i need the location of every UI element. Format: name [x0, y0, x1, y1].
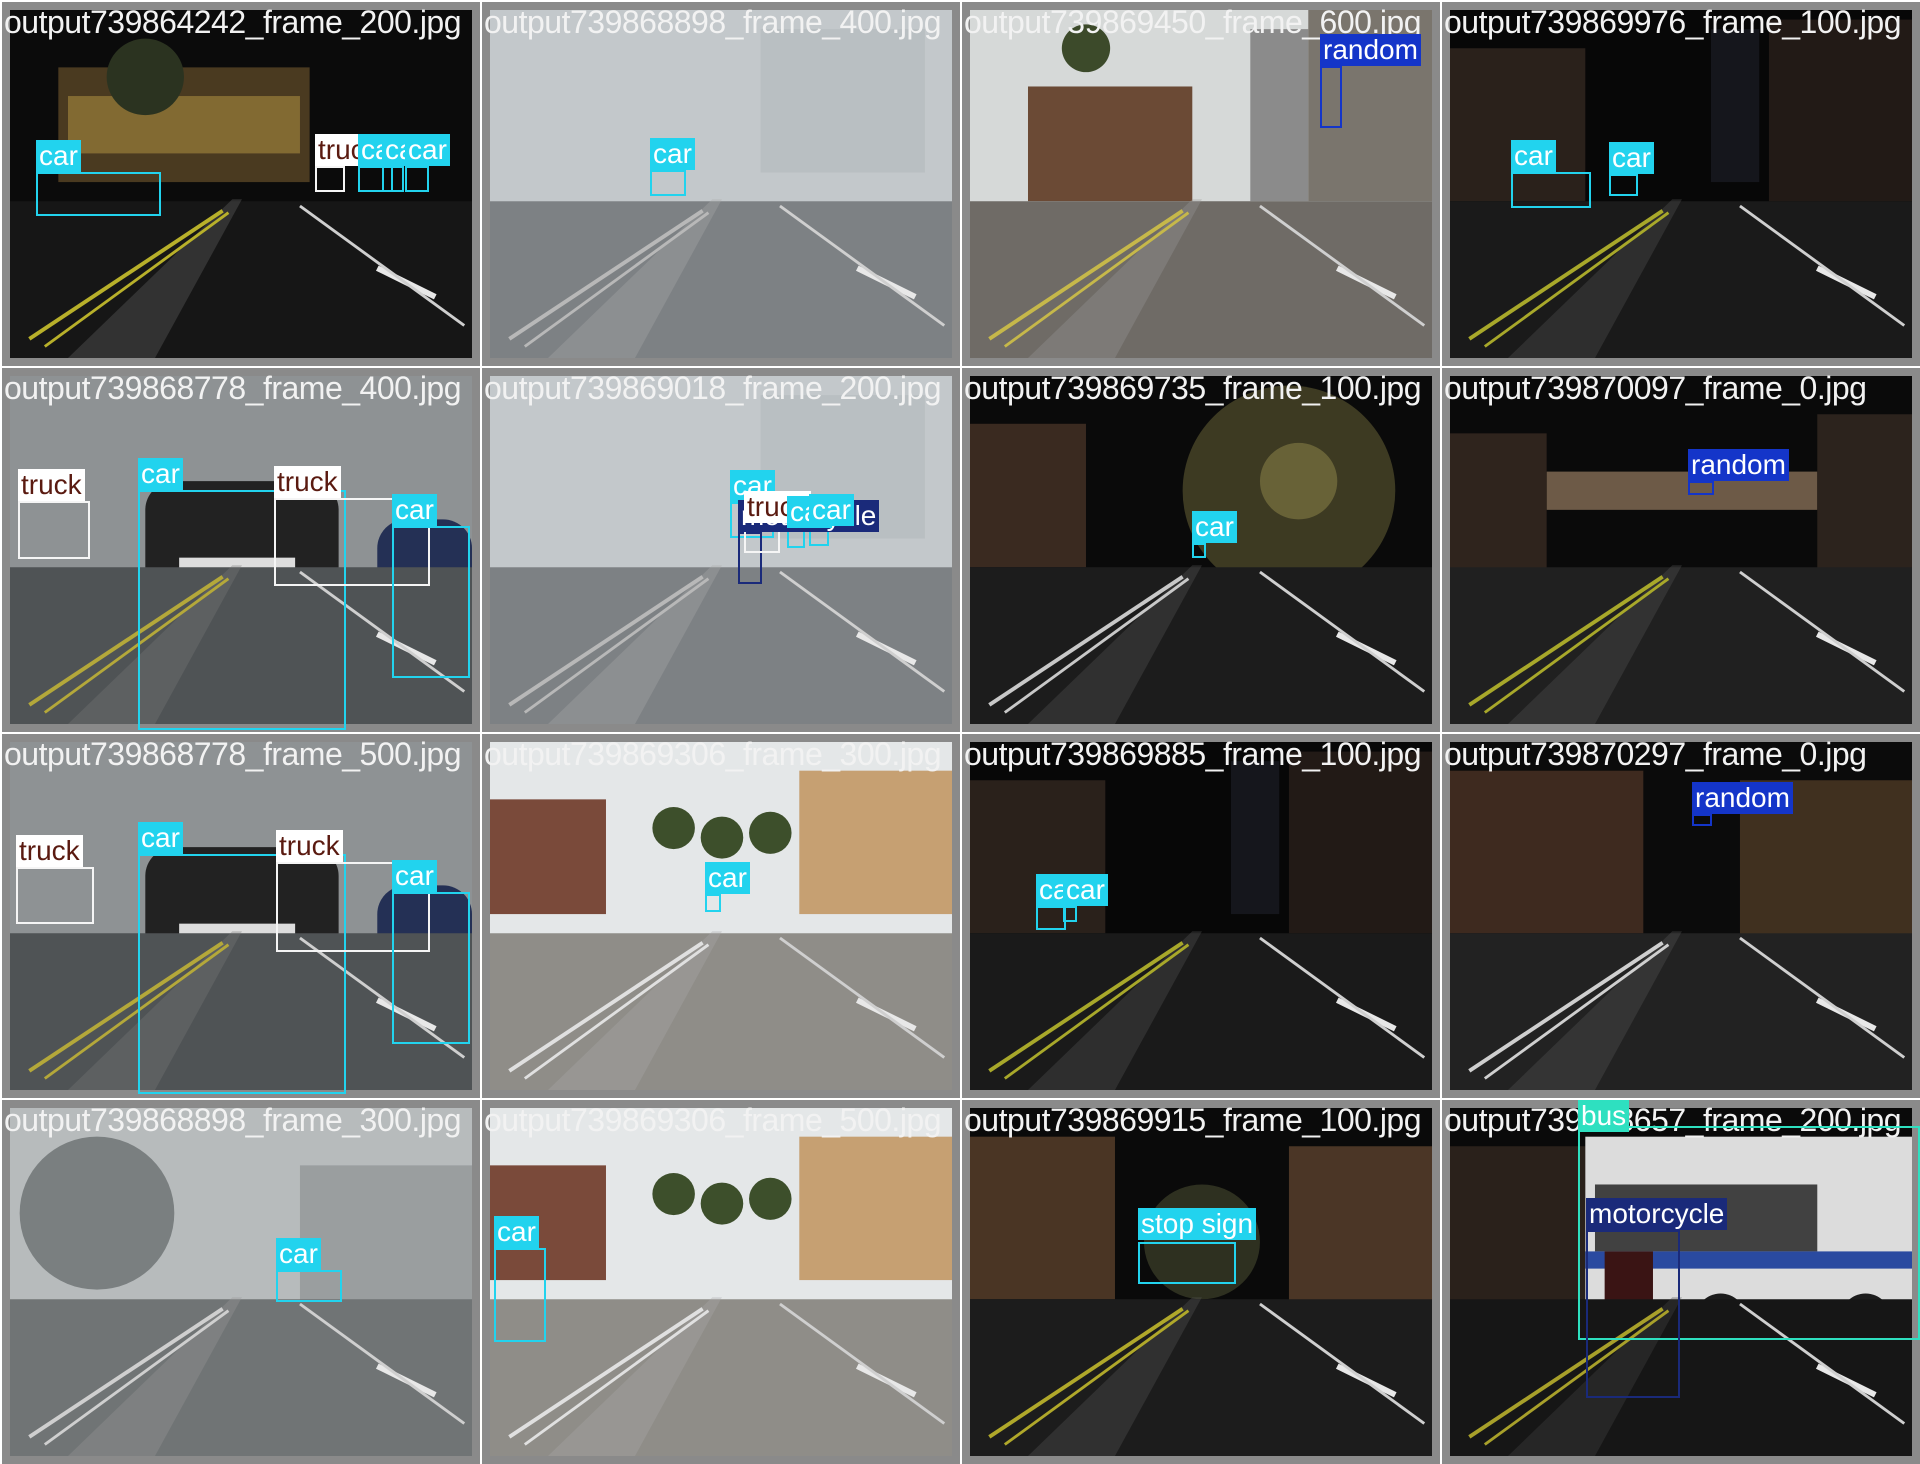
- detection-label: truck: [274, 466, 341, 498]
- detection-label: random: [1320, 34, 1421, 66]
- image-tile: output739869306_frame_300.jpgcar: [482, 734, 960, 1098]
- filename-label: output739870297_frame_0.jpg: [1444, 736, 1867, 772]
- detection-label: car: [405, 134, 450, 166]
- filename-label: output739869885_frame_100.jpg: [964, 736, 1422, 772]
- image-tile: output739870297_frame_0.jpgrandom: [1442, 734, 1920, 1098]
- detection-box: [16, 867, 94, 924]
- detection-grid: output739864242_frame_200.jpgcar truck car…: [0, 0, 1920, 1464]
- image-tile: output739869306_frame_500.jpgcar: [482, 1100, 960, 1464]
- detection-label: car: [138, 822, 183, 854]
- detection-box: [1586, 1230, 1680, 1398]
- scene-image: [490, 376, 952, 724]
- image-tile: output739870097_frame_0.jpgrandom: [1442, 368, 1920, 732]
- scene-image: [1450, 376, 1912, 724]
- filename-label: output739868898_frame_400.jpg: [484, 4, 942, 40]
- detection-box: [1609, 174, 1638, 196]
- filename-label: output739868778_frame_400.jpg: [4, 370, 462, 406]
- detection-label: stop sign: [1138, 1208, 1257, 1240]
- detection-label: car: [392, 494, 437, 526]
- detection-label: car: [1063, 874, 1108, 906]
- detection-box: [392, 892, 470, 1044]
- detection-box: [1036, 906, 1066, 930]
- filename-label: output739870097_frame_0.jpg: [1444, 370, 1867, 406]
- image-tile: output739869018_frame_200.jpgcarmotorcyc…: [482, 368, 960, 732]
- detection-box: [1192, 543, 1206, 558]
- image-tile: output739868898_frame_400.jpgcar: [482, 2, 960, 366]
- detection-label: random: [1692, 782, 1793, 814]
- detection-label: car: [494, 1216, 539, 1248]
- detection-label: car: [705, 862, 750, 894]
- filename-label: output739869018_frame_200.jpg: [484, 370, 942, 406]
- detection-box: [1511, 172, 1591, 208]
- scene-image: [490, 10, 952, 358]
- detection-label: truck: [16, 835, 83, 867]
- detection-box: [1688, 481, 1714, 495]
- scene-image: [10, 1108, 472, 1456]
- detection-box: [705, 894, 721, 912]
- filename-label: output739869976_frame_100.jpg: [1444, 4, 1902, 40]
- detection-box: [276, 1270, 342, 1302]
- image-tile: output739869976_frame_100.jpgcar car: [1442, 2, 1920, 366]
- filename-label: output739868898_frame_300.jpg: [4, 1102, 462, 1138]
- filename-label: output739869306_frame_300.jpg: [484, 736, 942, 772]
- image-tile: output739869735_frame_100.jpgcar: [962, 368, 1440, 732]
- detection-label: car: [1511, 140, 1556, 172]
- image-tile: output739868778_frame_400.jpgcar truck tru…: [2, 368, 480, 732]
- filename-label: output739869306_frame_500.jpg: [484, 1102, 942, 1138]
- image-tile: output739869885_frame_100.jpg car car: [962, 734, 1440, 1098]
- detection-box: [1138, 1242, 1236, 1284]
- detection-label: car: [809, 494, 854, 526]
- image-tile: output739864242_frame_200.jpg car truck car…: [2, 2, 480, 366]
- filename-label: output739869915_frame_100.jpg: [964, 1102, 1422, 1138]
- detection-box: [494, 1248, 546, 1342]
- detection-box: [18, 501, 90, 559]
- detection-box: [315, 166, 345, 192]
- image-tile: output739868898_frame_300.jpgcar: [2, 1100, 480, 1464]
- filename-label: output739864242_frame_200.jpg: [4, 4, 462, 40]
- detection-label: car: [650, 138, 695, 170]
- detection-label: car: [1609, 142, 1654, 174]
- detection-box: [382, 166, 404, 192]
- detection-box: [650, 170, 686, 196]
- filename-label: output739869735_frame_100.jpg: [964, 370, 1422, 406]
- detection-box: [36, 172, 161, 216]
- detection-label: car: [36, 140, 81, 172]
- detection-label: random: [1688, 449, 1789, 481]
- detection-label: truck: [276, 830, 343, 862]
- image-tile: output739868778_frame_500.jpgcar truck tru…: [2, 734, 480, 1098]
- detection-label: motorcycle: [1586, 1198, 1728, 1230]
- image-tile: output739869915_frame_100.jpgstop sign: [962, 1100, 1440, 1464]
- scene-image: [1450, 742, 1912, 1090]
- detection-label: car: [276, 1238, 321, 1270]
- filename-label: output739868778_frame_500.jpg: [4, 736, 462, 772]
- detection-box: [392, 526, 470, 678]
- scene-image: [490, 1108, 952, 1456]
- detection-box: [405, 166, 429, 192]
- image-tile: output739869450_frame_600.jpg random: [962, 2, 1440, 366]
- detection-label: bus: [1578, 1100, 1630, 1132]
- image-tile: output739868657_frame_200.jpg bus motorcyc…: [1442, 1100, 1920, 1464]
- detection-label: car: [1192, 511, 1237, 543]
- detection-box: [1692, 814, 1712, 826]
- detection-label: car: [392, 860, 437, 892]
- detection-label: truck: [18, 469, 85, 501]
- scene-image: [490, 742, 952, 1090]
- detection-box: [1320, 66, 1342, 128]
- detection-box: [1063, 906, 1077, 922]
- detection-label: car: [138, 458, 183, 490]
